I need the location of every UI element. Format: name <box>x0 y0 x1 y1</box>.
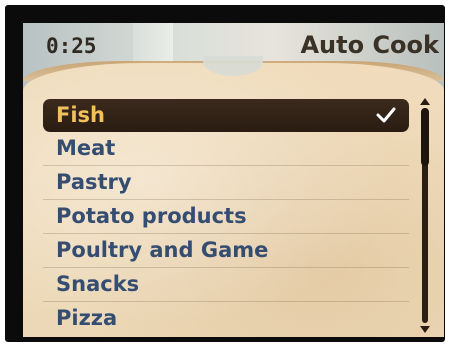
scrollbar-thumb[interactable] <box>421 108 429 166</box>
arrow-down-icon[interactable] <box>420 326 430 333</box>
list-item-potato-products[interactable]: Potato products <box>43 200 409 234</box>
list-item-label: Poultry and Game <box>56 238 269 262</box>
checkmark-icon <box>376 107 396 123</box>
list-item-meat[interactable]: Meat <box>43 132 409 166</box>
list-item-label: Snacks <box>56 272 140 296</box>
category-list: Fish Meat Pastry Potato products Poultry… <box>43 99 409 336</box>
list-item-label: Fish <box>56 103 105 127</box>
list-item-label: Potato products <box>56 204 247 228</box>
list-item-fish[interactable]: Fish <box>43 99 409 132</box>
list-item-label: Meat <box>56 136 116 160</box>
list-item-label: Pastry <box>56 170 132 194</box>
list-item-pizza[interactable]: Pizza <box>43 302 409 336</box>
list-item-snacks[interactable]: Snacks <box>43 268 409 302</box>
list-item-poultry-and-game[interactable]: Poultry and Game <box>43 234 409 268</box>
list-item-pastry[interactable]: Pastry <box>43 166 409 200</box>
display-screen: 0:25 Auto Cook Fish Meat Pastry Potato p… <box>23 23 444 337</box>
cook-timer: 0:25 <box>46 34 97 58</box>
arrow-up-icon[interactable] <box>420 98 430 105</box>
page-title: Auto Cook <box>300 31 439 59</box>
list-item-label: Pizza <box>56 306 118 330</box>
scrollbar[interactable] <box>417 98 433 333</box>
device-frame: 0:25 Auto Cook Fish Meat Pastry Potato p… <box>5 5 445 342</box>
